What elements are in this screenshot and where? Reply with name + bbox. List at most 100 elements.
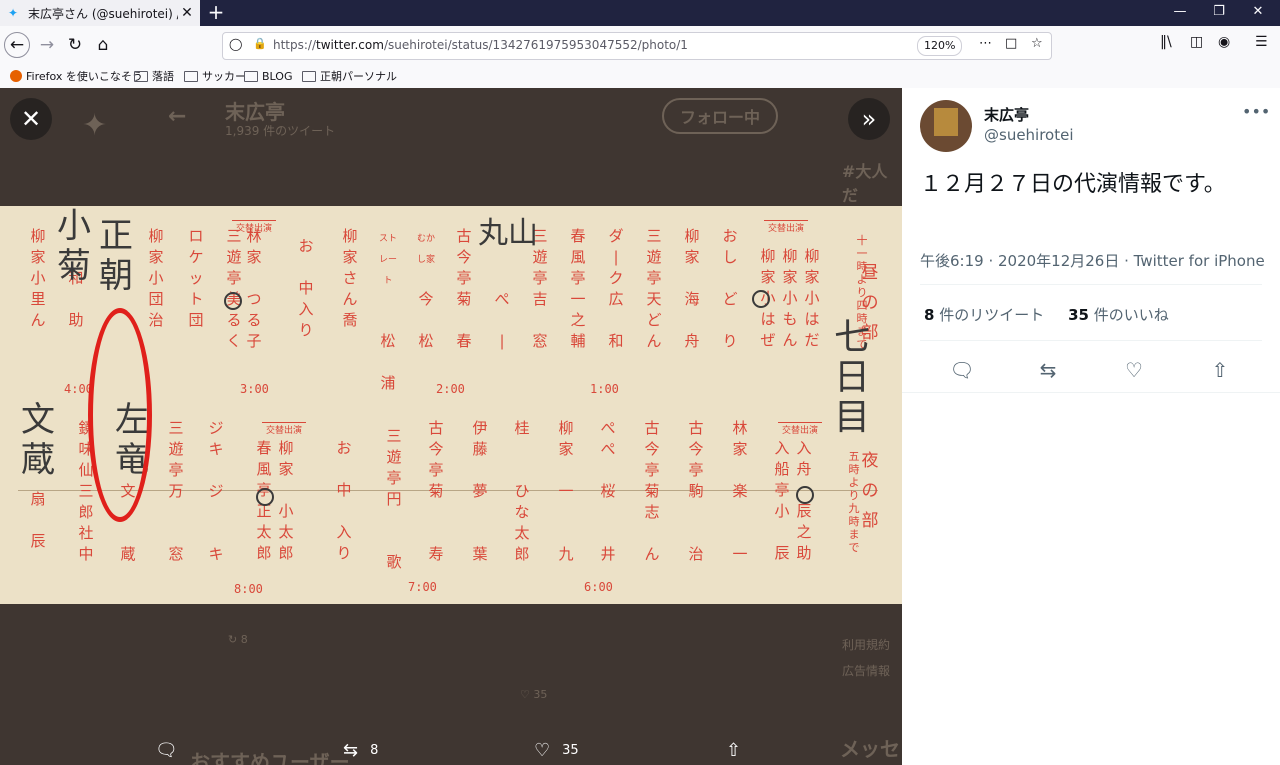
night-label: 夜の部 — [861, 451, 879, 531]
account-icon[interactable]: ◉ — [1218, 34, 1230, 50]
alternate-badge: 交替出演 — [262, 422, 307, 436]
new-tab-button[interactable]: + — [206, 0, 226, 26]
program-column: 三遊亭万窓 — [168, 419, 184, 563]
sidebar-icon[interactable]: ◫ — [1190, 34, 1203, 50]
bookmark-label: Firefox を使いこなそう — [26, 70, 143, 83]
retweets-link[interactable]: 8 件のリツイート — [924, 306, 1044, 324]
program-column: 柳家小団治 — [148, 227, 164, 329]
time-label: 1:00 — [590, 382, 619, 396]
retweet-button[interactable]: ⇆ — [1033, 358, 1063, 382]
bookmark-item[interactable]: Firefox を使いこなそう — [10, 67, 143, 85]
time-label: 8:00 — [234, 582, 263, 596]
retweets-label: 件のリツイート — [934, 306, 1045, 324]
bookmark-label: 正朝パーソナル — [320, 70, 397, 83]
reply-icon: 🗨 — [949, 358, 975, 382]
retweet-icon: ⇆ — [343, 739, 359, 761]
likes-label: 件のいいね — [1088, 306, 1169, 324]
share-button[interactable]: ⇧ — [1205, 358, 1235, 382]
bookmark-item[interactable]: 正朝パーソナル — [302, 67, 397, 85]
navigation-toolbar: ← → ↻ ⌂ ◯ 🔒 https://twitter.com/suehirot… — [0, 26, 1280, 64]
likes-link[interactable]: 35 件のいいね — [1068, 306, 1169, 324]
url-path: /suehirotei/status/1342761975953047552/p… — [383, 38, 688, 52]
bg-recommend: おすすめユーザー — [190, 750, 350, 765]
folder-icon — [302, 70, 316, 82]
url-domain: twitter.com — [316, 38, 384, 52]
program-column: ロケット団 — [188, 227, 204, 329]
handwritten-nanokame: 七日目 — [833, 317, 870, 438]
home-button[interactable]: ⌂ — [90, 32, 116, 58]
viewer-like-count: 35 — [562, 742, 579, 758]
twitter-bird-icon: ✦ — [8, 6, 19, 20]
close-viewer-button[interactable]: ✕ — [10, 98, 52, 140]
bookmark-star-icon[interactable]: ☆ — [1031, 36, 1043, 51]
viewer-retweet-button[interactable]: ⇆ 8 — [343, 738, 378, 762]
window-close-icon[interactable]: ✕ — [1243, 0, 1273, 26]
page-actions-icon[interactable]: ⋯ — [979, 36, 992, 51]
bookmark-item[interactable]: サッカー — [184, 67, 246, 85]
alternate-badge: 交替出演 — [764, 220, 809, 234]
bg-like-count: ♡ 35 — [520, 688, 548, 701]
alternate-badge: 交替出演 — [778, 422, 823, 436]
viewer-reply-button[interactable]: 🗨 — [155, 738, 190, 762]
zoom-badge[interactable]: 120% — [917, 36, 963, 56]
expand-sidebar-button[interactable]: » — [848, 98, 890, 140]
back-button[interactable]: ← — [4, 32, 30, 58]
program-column: 三遊亭美るく — [226, 227, 242, 350]
tracking-shield-icon[interactable]: ◯ — [229, 37, 242, 51]
bg-rt-count: ↻ 8 — [228, 633, 248, 646]
program-column: 柳家さん喬 — [342, 227, 358, 329]
tab-close-icon[interactable]: ✕ — [178, 5, 196, 21]
time-label: 7:00 — [408, 580, 437, 594]
program-column: 古今亭菊寿 — [428, 419, 444, 563]
bg-message: メッセ — [840, 737, 900, 761]
bookmarks-toolbar: Firefox を使いこなそう 落語 サッカー BLOG 正朝パーソナル — [0, 64, 1280, 89]
url-text[interactable]: https://twitter.com/suehirotei/status/13… — [273, 38, 688, 52]
library-icon[interactable]: ‖\ — [1160, 34, 1172, 50]
double-chevron-right-icon: » — [861, 105, 877, 133]
forward-button[interactable]: → — [34, 32, 60, 58]
display-name[interactable]: 末広亭 — [984, 104, 1029, 125]
reply-icon: 🗨 — [155, 739, 178, 761]
divider — [902, 392, 1280, 393]
bookmark-label: サッカー — [202, 70, 246, 83]
restore-icon[interactable]: ❐ — [1204, 0, 1234, 26]
bg-like-num: 35 — [533, 688, 548, 701]
reply-button[interactable]: 🗨 — [947, 358, 977, 382]
user-handle[interactable]: @suehirotei — [984, 126, 1074, 144]
address-bar[interactable]: ◯ 🔒 https://twitter.com/suehirotei/statu… — [222, 32, 1052, 60]
tweet-timestamp[interactable]: 午後6:19 · 2020年12月26日 · Twitter for iPhon… — [920, 250, 1265, 271]
home-icon: ⌂ — [97, 35, 109, 55]
reload-button[interactable]: ↻ — [62, 32, 88, 58]
viewer-share-button[interactable]: ⇧ — [726, 738, 753, 762]
viewer-retweet-count: 8 — [370, 742, 379, 758]
folder-icon — [134, 70, 148, 82]
heart-icon: ♡ — [1125, 358, 1143, 382]
divider — [920, 284, 1262, 285]
viewer-like-button[interactable]: ♡ 35 — [534, 738, 579, 762]
bookmark-label: 落語 — [152, 70, 174, 83]
folder-icon — [184, 70, 198, 82]
lock-icon[interactable]: 🔒 — [253, 37, 267, 50]
time-label: 2:00 — [436, 382, 465, 396]
minimize-icon[interactable]: — — [1165, 0, 1195, 26]
bg-hashtag: #大人だ — [842, 162, 888, 205]
more-options-icon[interactable]: ••• — [1242, 102, 1270, 121]
browser-tab[interactable]: ✦ 末広亭さん (@suehirotei) / Twitt ✕ — [0, 0, 200, 26]
menu-icon[interactable]: ☰ — [1255, 34, 1268, 50]
program-column: ダ | ク広和 — [608, 227, 624, 350]
bookmark-item[interactable]: 落語 — [134, 67, 174, 85]
red-ellipse-annotation — [88, 308, 152, 522]
bg-back-icon: ← — [168, 104, 187, 129]
pocket-icon[interactable]: □ — [1005, 36, 1017, 51]
program-column: 古今亭菊春 — [456, 227, 472, 350]
handwritten-masatomo: 正朝 — [99, 216, 133, 296]
forward-arrow-icon: → — [39, 35, 55, 55]
program-column: 柳家一九 — [558, 419, 574, 563]
like-button[interactable]: ♡ — [1119, 358, 1149, 382]
avatar[interactable] — [920, 100, 972, 152]
tab-title: 末広亭さん (@suehirotei) / Twitt — [28, 6, 178, 21]
program-column: おしどり — [722, 227, 738, 350]
bookmark-item[interactable]: BLOG — [244, 67, 292, 85]
program-column: 柳家小里ん — [30, 227, 46, 329]
program-column: 桂ひな太郎 — [514, 419, 530, 563]
